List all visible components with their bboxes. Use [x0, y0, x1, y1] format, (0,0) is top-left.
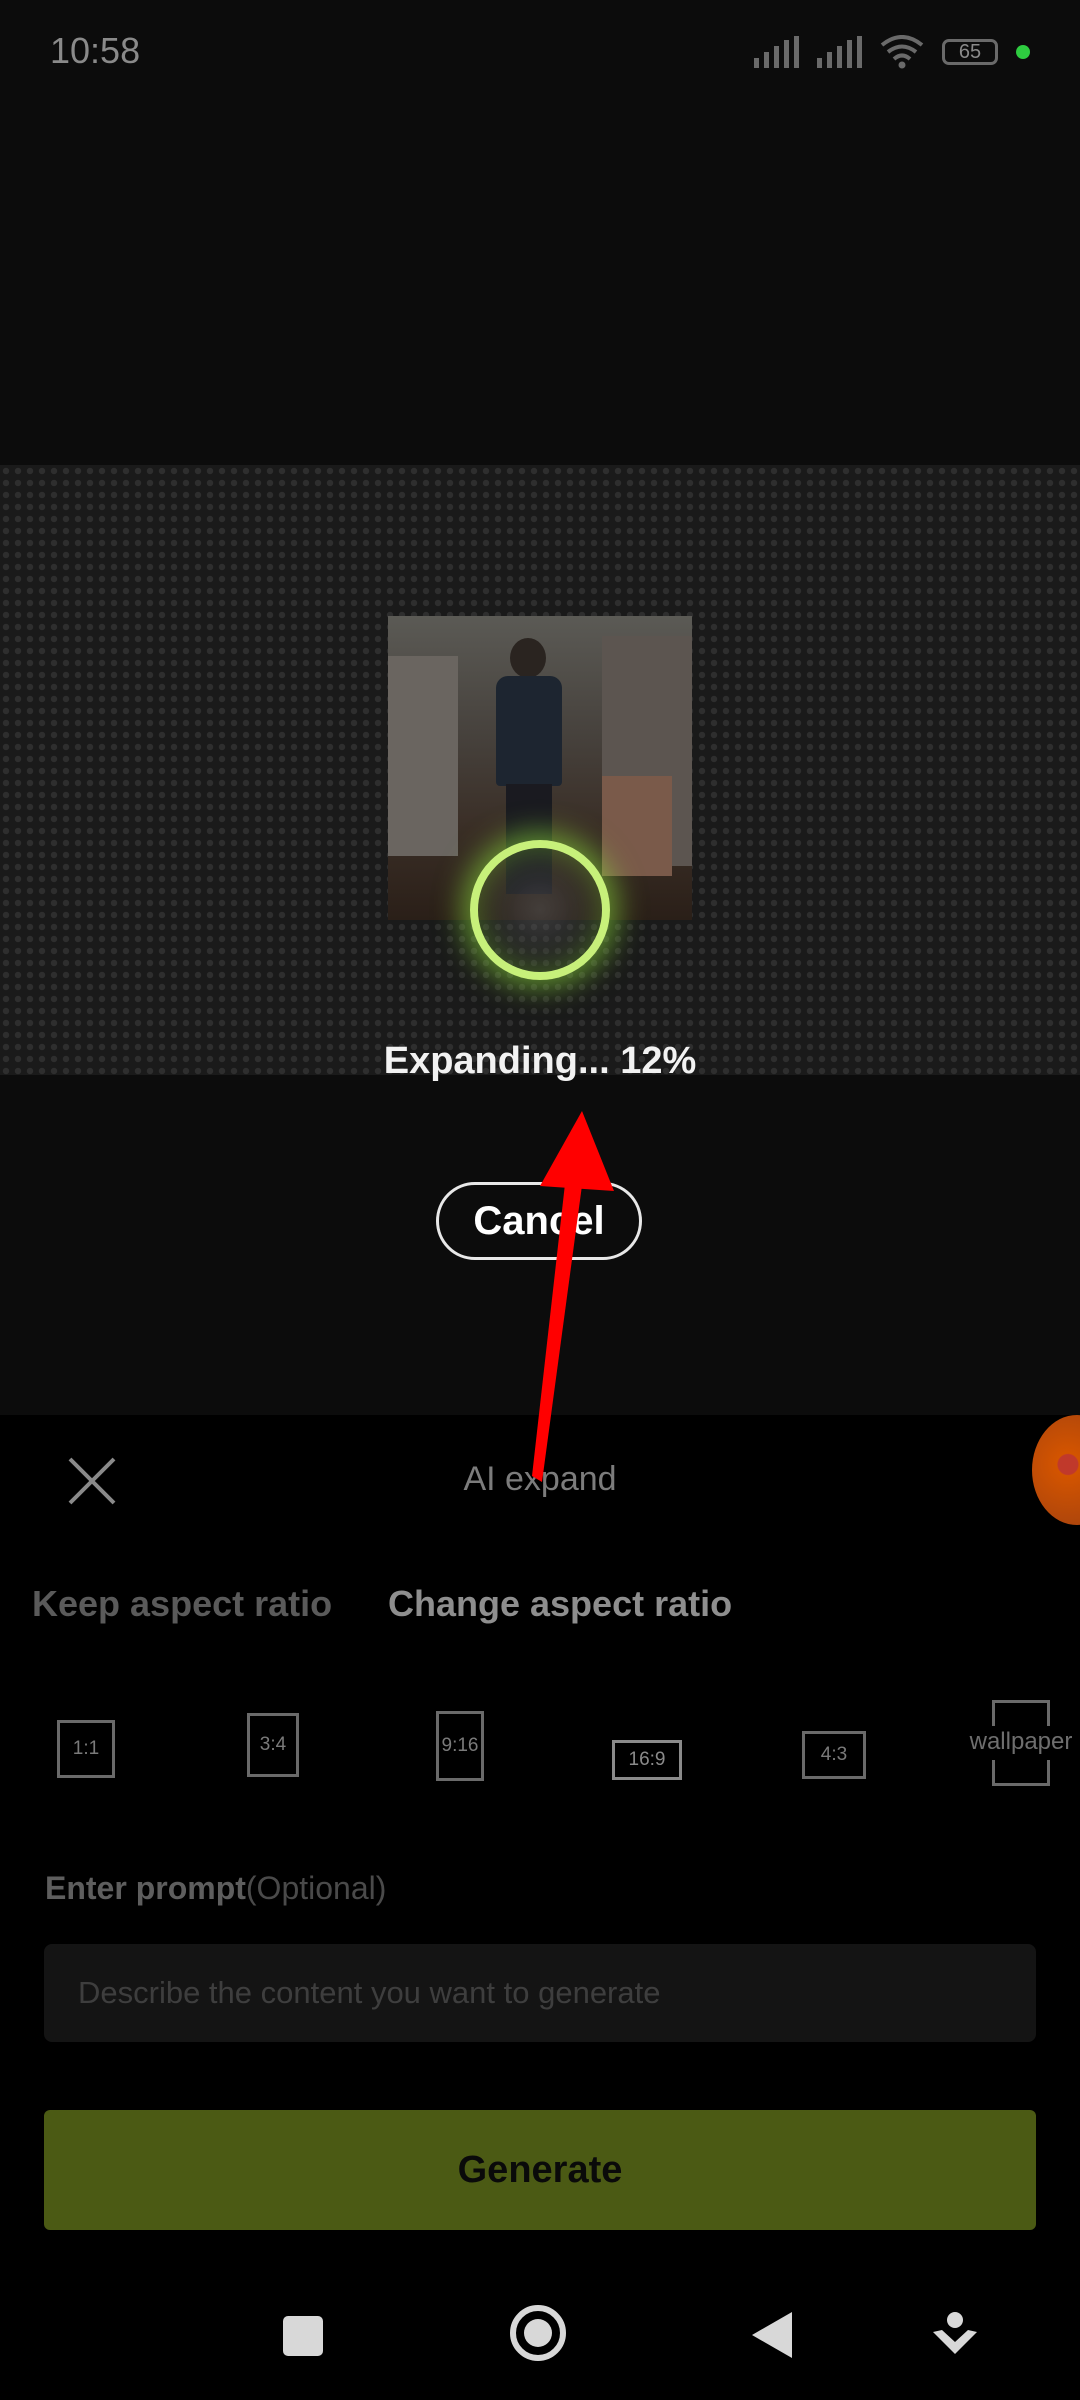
wallpaper-label: wallpaper	[969, 1728, 1073, 1755]
ratio-option-wallpaper[interactable]: wallpaper	[958, 1700, 1078, 1786]
green-dot-indicator	[1016, 45, 1030, 59]
ratio-option-4-3[interactable]: 4:3	[802, 1731, 866, 1779]
prompt-label-text: Enter prompt	[45, 1870, 246, 1906]
status-icons: 65	[754, 35, 1030, 69]
prompt-input[interactable]	[44, 1944, 1036, 2042]
nav-download-icon[interactable]	[930, 2310, 980, 2360]
expanding-progress-text: Expanding... 12%	[383, 1040, 697, 1082]
signal-icon	[754, 36, 799, 68]
nav-back-triangle-icon[interactable]	[752, 2312, 792, 2358]
ratio-option-1-1[interactable]: 1:1	[57, 1720, 115, 1778]
sheet-title: AI expand	[463, 1460, 617, 1498]
signal-icon-2	[817, 36, 862, 68]
wifi-icon	[880, 35, 924, 69]
tab-keep-aspect-ratio[interactable]: Keep aspect ratio	[32, 1583, 332, 1625]
status-time: 10:58	[50, 30, 141, 71]
nav-recents-square-icon[interactable]	[283, 2316, 323, 2356]
prompt-label: Enter prompt(Optional)	[45, 1870, 386, 1907]
ratio-option-16-9[interactable]: 16:9	[612, 1740, 682, 1780]
generate-button[interactable]: Generate	[44, 2110, 1036, 2230]
ratio-option-3-4[interactable]: 3:4	[247, 1713, 299, 1777]
prompt-optional-text: (Optional)	[245, 1870, 387, 1906]
battery-icon: 65	[942, 39, 998, 65]
status-bar: 10:58 65	[0, 0, 1080, 110]
loading-spinner-icon	[470, 840, 610, 980]
ratio-option-9-16[interactable]: 9:16	[436, 1711, 484, 1781]
nav-home-circle-icon[interactable]	[510, 2305, 566, 2361]
ai-expand-sheet	[0, 1415, 1080, 2400]
tab-change-aspect-ratio[interactable]: Change aspect ratio	[388, 1583, 732, 1625]
cancel-button[interactable]: Cancel	[436, 1182, 642, 1260]
